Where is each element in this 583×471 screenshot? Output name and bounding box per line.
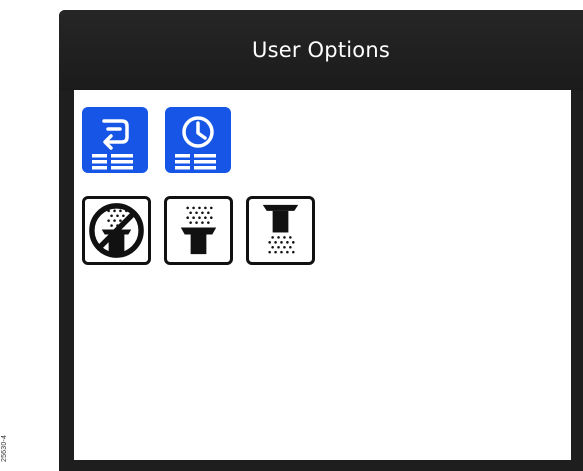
bottom-dispense-icon	[262, 204, 299, 254]
no-dispense-icon	[89, 203, 144, 258]
figure-id-label: 25630-4	[1, 434, 8, 462]
option-bottom-dispense-button[interactable]	[246, 196, 315, 265]
option-timer-button[interactable]	[165, 107, 231, 173]
clock-list-icon	[175, 116, 216, 170]
options-panel	[74, 90, 571, 460]
device-frame: User Options	[59, 10, 583, 471]
return-list-icon	[92, 119, 133, 170]
option-return-button[interactable]	[82, 107, 148, 173]
option-no-dispense-button[interactable]	[82, 196, 151, 265]
title-bar: User Options	[59, 10, 583, 90]
top-dispense-icon	[180, 206, 217, 255]
option-top-dispense-button[interactable]	[164, 196, 233, 265]
page-title: User Options	[252, 38, 390, 62]
